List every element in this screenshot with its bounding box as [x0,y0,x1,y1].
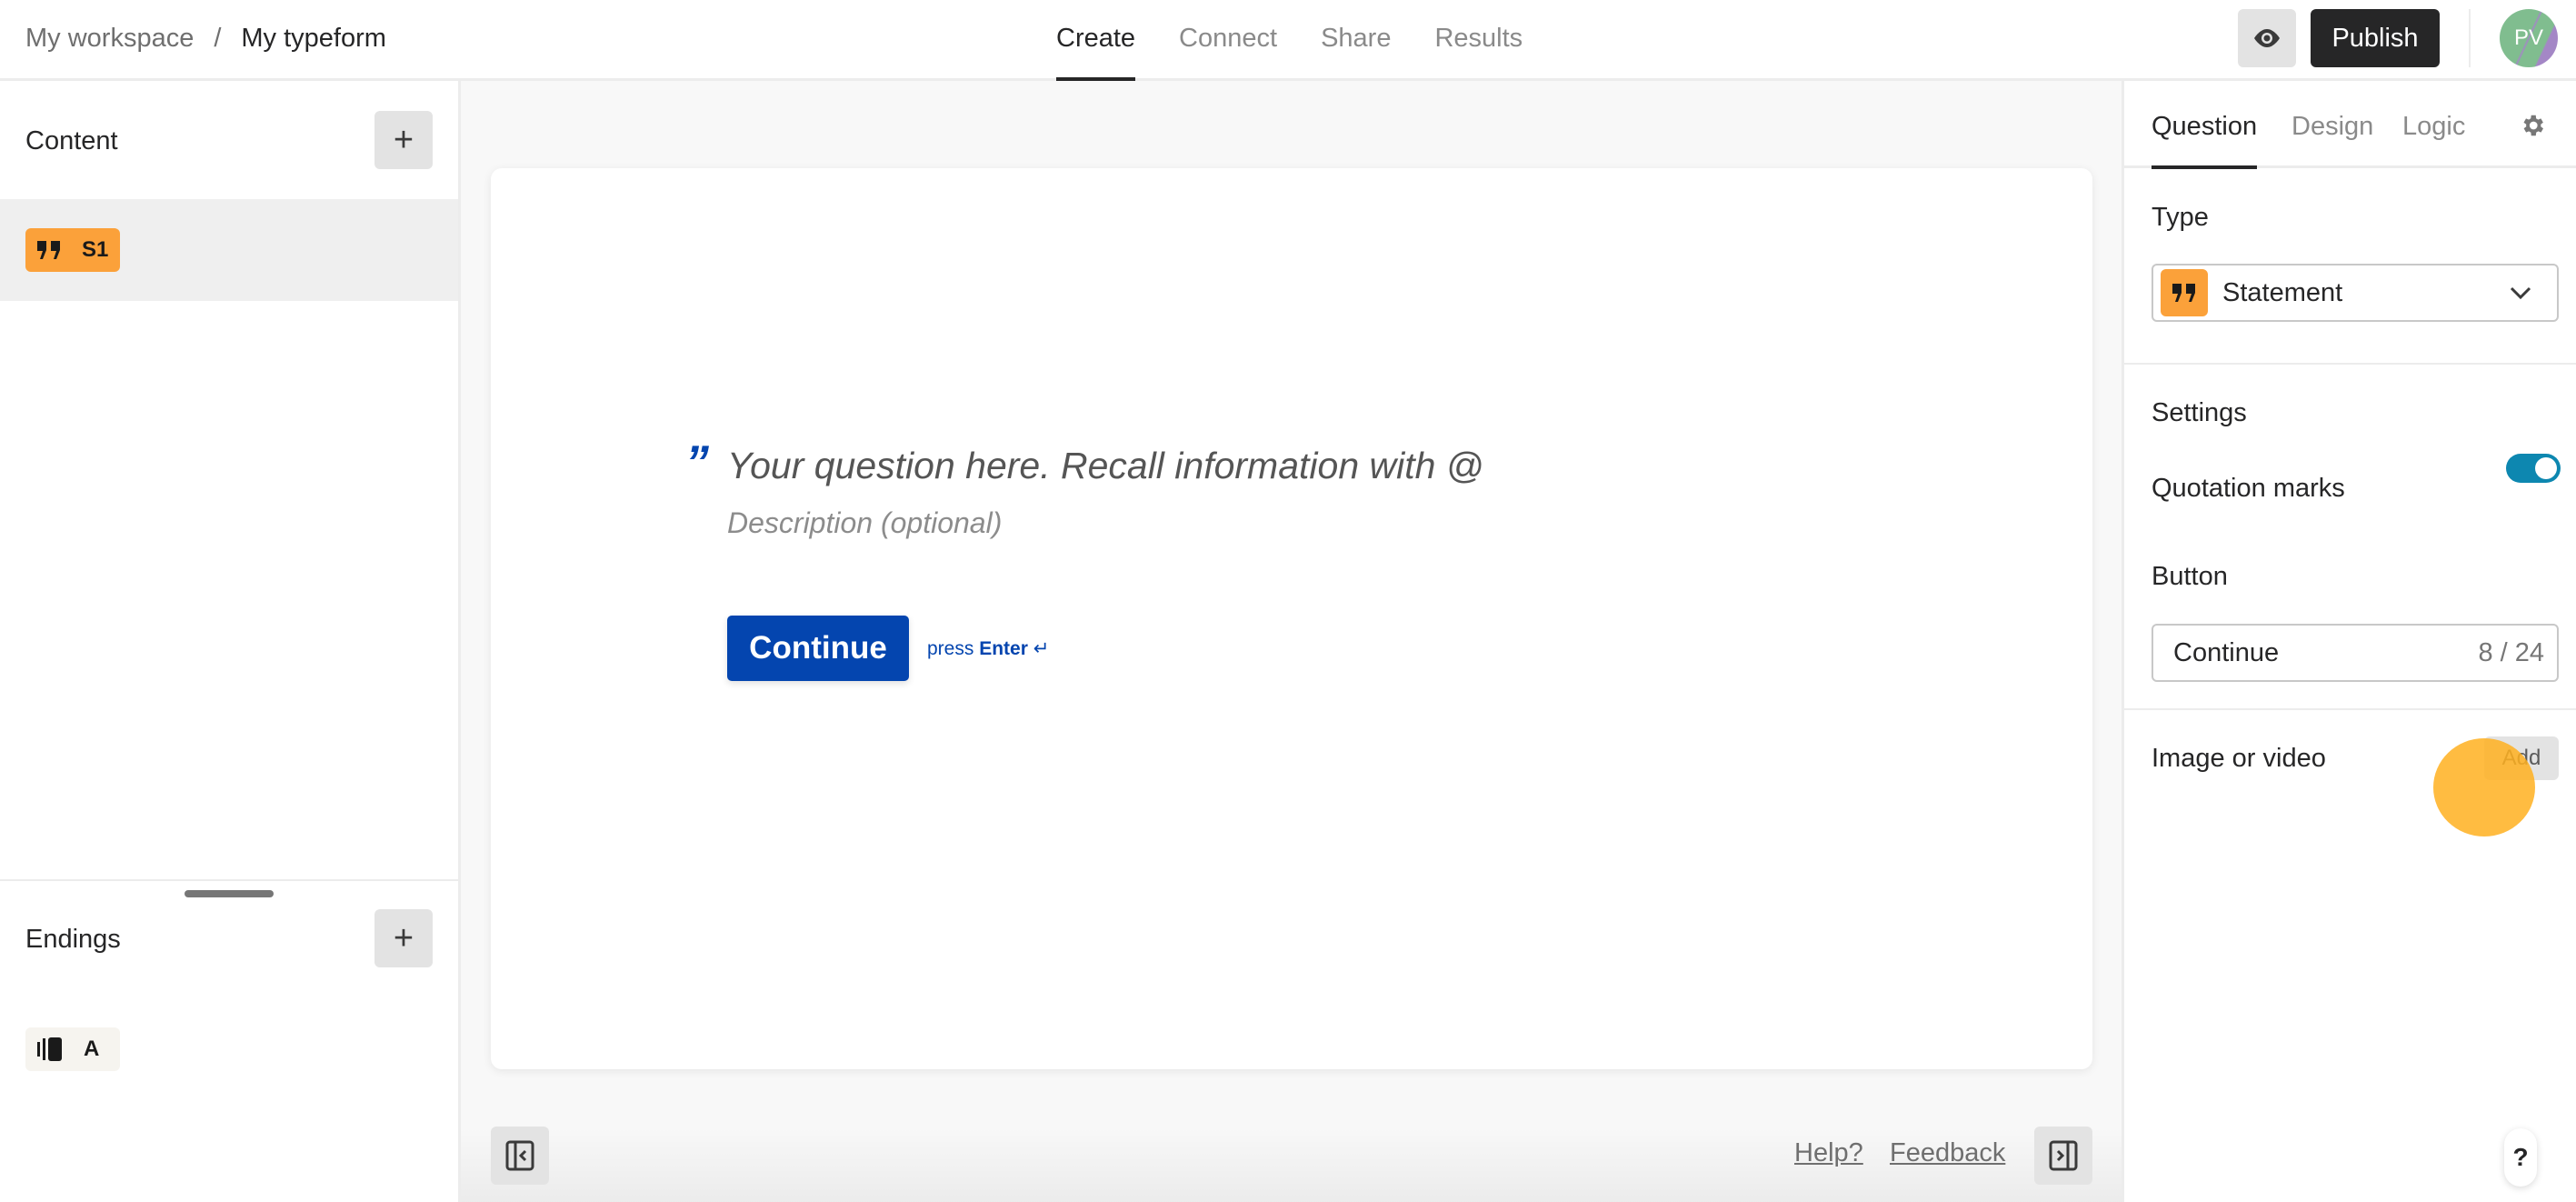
content-item-s1[interactable]: S1 [0,199,458,301]
plus-icon: + [393,120,414,159]
type-value: Statement [2222,277,2343,307]
sidebar-divider [0,879,458,881]
avatar[interactable]: PV [2500,9,2558,67]
tab-create[interactable]: Create [1056,0,1136,81]
question-badge: S1 [25,228,120,272]
breadcrumb: My workspace / My typeform [25,22,386,55]
panel-right-collapse-icon [2049,1140,2078,1171]
top-header: My workspace / My typeform Create Connec… [0,0,2576,81]
image-video-label: Image or video [2152,744,2326,773]
plus-icon: + [393,918,414,957]
type-quote-badge [2161,269,2208,316]
button-text-value: Continue [2173,637,2280,667]
enter-icon: ↵ [1033,638,1050,659]
section-divider [2124,708,2576,710]
breadcrumb-separator: / [214,23,222,53]
question-card: ” Your question here. Recall information… [491,168,2092,1069]
tab-logic[interactable]: Logic [2402,112,2465,142]
publish-button[interactable]: Publish [2311,9,2440,67]
header-divider [2469,9,2471,67]
collapse-right-panel-button[interactable] [2034,1127,2092,1185]
char-count: 8 / 24 [2478,637,2544,667]
type-label: Type [2152,203,2209,232]
quote-mark-icon: ” [685,436,709,489]
enter-text: Enter [979,638,1028,659]
continue-button[interactable]: Continue [727,616,909,681]
tab-design[interactable]: Design [2291,112,2373,142]
quote-icon [37,241,60,259]
feedback-link[interactable]: Feedback [1890,1138,2005,1168]
type-dropdown[interactable]: Statement [2152,264,2559,322]
right-panel: Question Design Logic Type Statement Set… [2122,81,2576,1202]
canvas: ” Your question here. Recall information… [461,81,2122,1202]
canvas-bottom-shade [461,1127,2122,1202]
preview-button[interactable] [2238,9,2296,67]
breadcrumb-workspace[interactable]: My workspace [25,24,194,54]
help-button[interactable]: ? [2504,1128,2537,1187]
main-nav: Create Connect Share Results [1056,0,1566,81]
tab-connect[interactable]: Connect [1179,0,1277,78]
endings-title: Endings [25,925,121,954]
settings-label: Settings [2152,398,2247,427]
tab-share[interactable]: Share [1321,0,1391,78]
help-link[interactable]: Help? [1794,1138,1863,1168]
gear-icon[interactable] [2519,112,2546,139]
collapse-left-panel-button[interactable] [491,1127,549,1185]
section-divider [2124,363,2576,365]
add-content-button[interactable]: + [374,111,433,169]
press-text: press [927,638,974,659]
question-input[interactable]: Your question here. Recall information w… [727,445,1483,487]
content-title: Content [25,126,118,155]
quotation-marks-label: Quotation marks [2152,474,2345,503]
button-label: Button [2152,562,2228,591]
click-indicator [2433,738,2535,836]
resize-handle[interactable] [185,890,274,897]
tab-question[interactable]: Question [2152,112,2258,169]
left-sidebar: Content + S1 Endings + A [0,81,461,1202]
button-text-input[interactable]: Continue 8 / 24 [2152,624,2559,682]
description-input[interactable]: Description (optional) [727,506,1002,540]
tab-results[interactable]: Results [1434,0,1523,78]
quote-icon [2172,284,2195,302]
toggle-knob [2535,457,2557,479]
ending-label: A [84,1037,100,1061]
ending-item-a[interactable]: A [25,1027,120,1071]
chevron-down-icon [2510,286,2531,300]
question-number: S1 [82,237,109,262]
eye-icon [2254,29,2280,47]
panel-left-collapse-icon [505,1140,534,1171]
panel-tabs: Question Design Logic [2124,81,2576,169]
add-ending-button[interactable]: + [374,909,433,967]
press-enter-hint: press Enter ↵ [927,637,1049,660]
ending-screen-icon [37,1037,62,1061]
breadcrumb-form-title[interactable]: My typeform [241,24,386,54]
quotation-marks-toggle[interactable] [2506,454,2561,483]
